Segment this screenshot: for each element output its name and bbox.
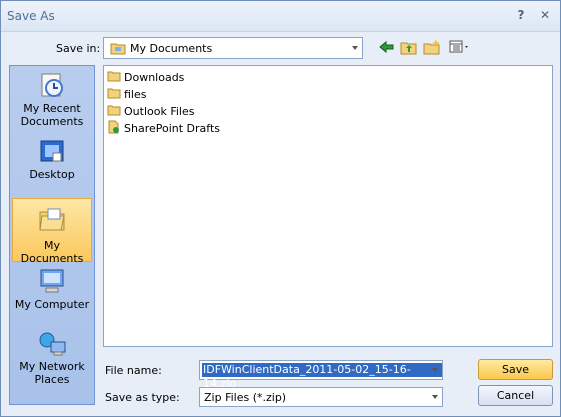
chevron-down-icon: [432, 395, 438, 399]
save-in-label: Save in:: [56, 42, 101, 55]
save-in-value: My Documents: [130, 42, 213, 55]
place-my-computer[interactable]: My Computer: [10, 266, 94, 320]
save-in-combo[interactable]: My Documents: [103, 37, 363, 59]
title-bar: Save As ? ✕: [1, 1, 560, 32]
views-menu-icon[interactable]: [448, 38, 472, 56]
help-button[interactable]: ?: [513, 7, 529, 23]
file-name-label: File name:: [105, 364, 162, 377]
save-button[interactable]: Save: [478, 359, 553, 380]
chevron-down-icon: [432, 368, 438, 372]
desktop-icon: [36, 136, 68, 168]
save-as-dialog: Save As ? ✕ Save in: My Documents My Rec…: [0, 0, 561, 417]
file-name-value: IDFWinClientData_2011-05-02_15-16-14.zip: [202, 363, 442, 390]
place-my-recent-documents[interactable]: My Recent Documents: [10, 70, 94, 134]
place-my-documents[interactable]: My Documents: [12, 198, 92, 265]
place-label: Places: [34, 373, 70, 386]
my-documents-folder-icon: [36, 203, 68, 235]
file-name: SharePoint Drafts: [124, 121, 221, 135]
cancel-button[interactable]: Cancel: [478, 385, 553, 406]
recent-documents-icon: [36, 70, 68, 102]
file-name: Outlook Files: [124, 104, 195, 118]
folder-icon: [110, 41, 126, 58]
place-label: Documents: [20, 115, 84, 128]
place-label: My Computer: [14, 298, 90, 311]
new-folder-icon[interactable]: [422, 38, 442, 56]
place-desktop[interactable]: Desktop: [10, 136, 94, 186]
folder-icon: [107, 104, 121, 119]
list-item[interactable]: files: [107, 86, 146, 102]
place-label: My Recent: [23, 102, 81, 115]
place-label: Desktop: [29, 168, 75, 181]
up-folder-icon[interactable]: [399, 38, 419, 56]
place-label: My Network: [19, 360, 85, 373]
back-icon[interactable]: [377, 38, 397, 56]
network-places-icon: [36, 328, 68, 360]
folder-icon: [107, 87, 121, 102]
save-as-type-label: Save as type:: [105, 391, 180, 404]
dialog-title: Save As: [7, 9, 55, 23]
save-as-type-select[interactable]: Zip Files (*.zip): [199, 387, 443, 407]
file-name-input[interactable]: IDFWinClientData_2011-05-02_15-16-14.zip: [199, 360, 443, 390]
list-item[interactable]: Downloads: [107, 69, 184, 85]
places-bar: My Recent Documents Desktop My Documents…: [9, 65, 95, 405]
folder-icon: [107, 70, 121, 85]
computer-icon: [36, 266, 68, 298]
file-name: files: [124, 87, 147, 101]
close-button[interactable]: ✕: [537, 7, 553, 23]
place-label: My Documents: [20, 239, 84, 265]
sharepoint-folder-icon: [107, 120, 121, 137]
list-item[interactable]: SharePoint Drafts: [107, 120, 220, 136]
chevron-down-icon: [352, 46, 358, 50]
file-list[interactable]: Downloads files Outlook Files SharePoint…: [103, 65, 553, 347]
list-item[interactable]: Outlook Files: [107, 103, 194, 119]
save-as-type-value: Zip Files (*.zip): [204, 391, 287, 404]
place-my-network-places[interactable]: My Network Places: [10, 328, 94, 394]
file-name: Downloads: [124, 70, 185, 84]
